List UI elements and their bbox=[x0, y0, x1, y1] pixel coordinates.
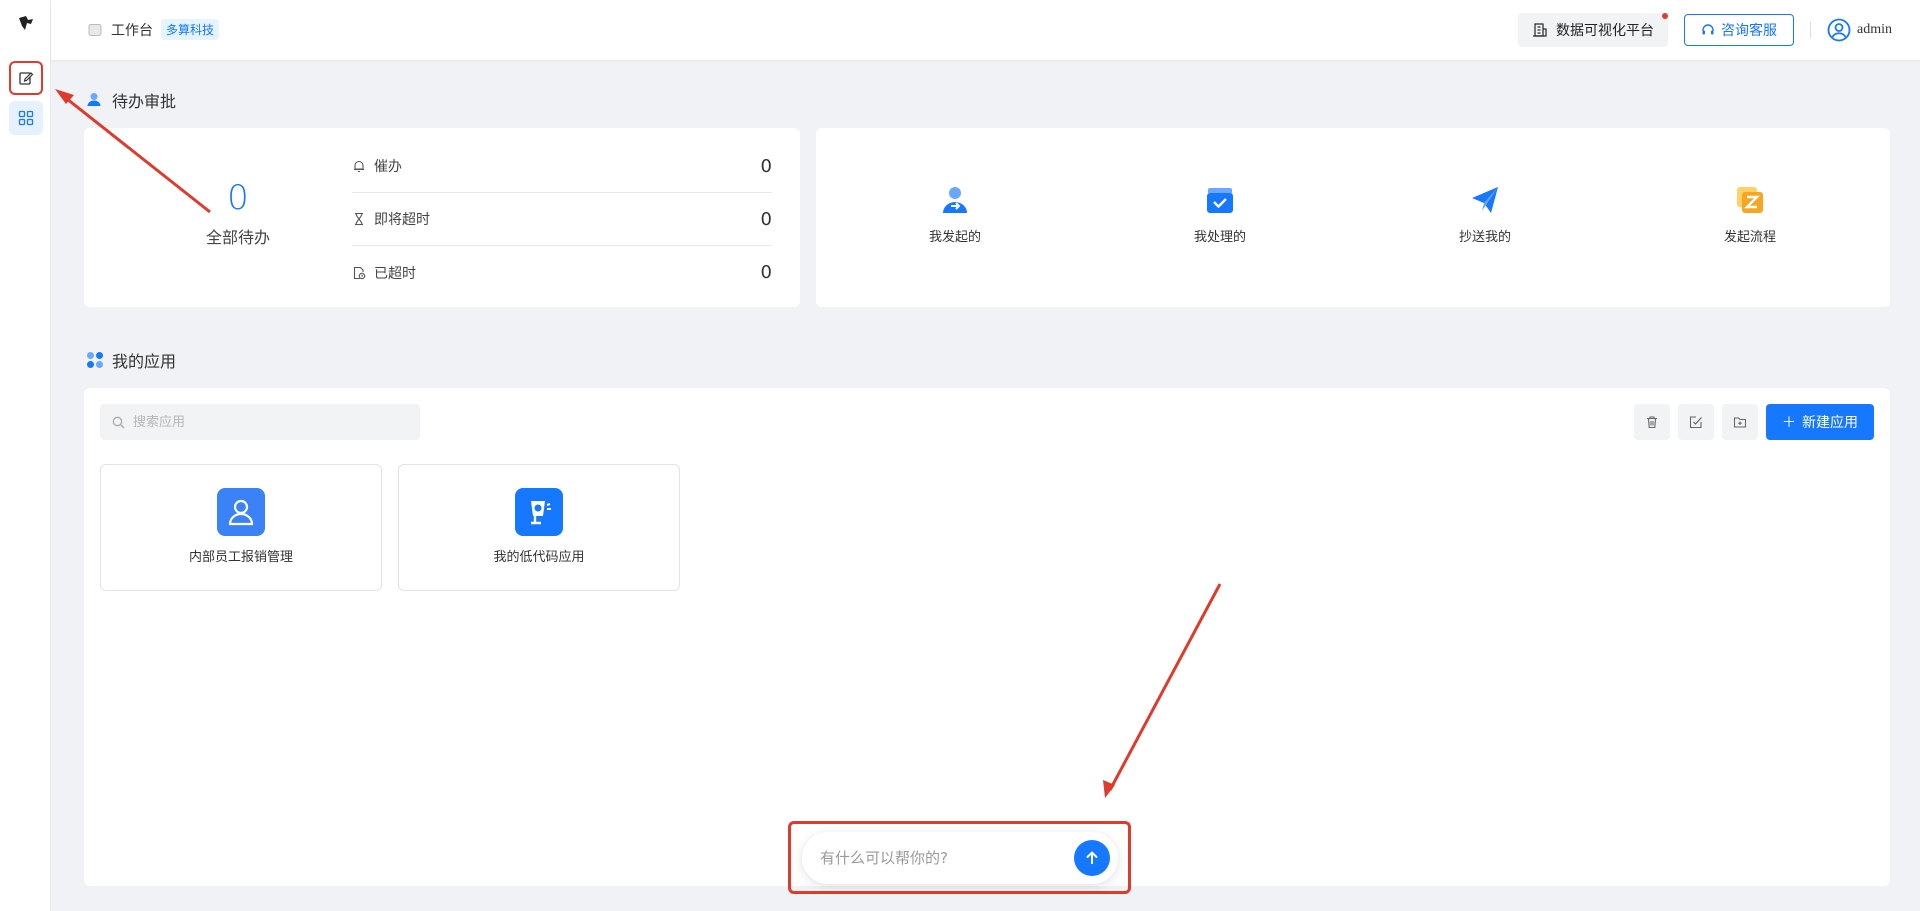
app-tile-lowcode[interactable]: 我的低代码应用 bbox=[398, 464, 680, 591]
grid-icon bbox=[18, 110, 34, 126]
app-search[interactable] bbox=[100, 404, 420, 440]
username: admin bbox=[1857, 22, 1892, 37]
quick-item-initiated[interactable]: 我发起的 bbox=[895, 184, 1015, 245]
todo-row-overdue[interactable]: 已超时 0 bbox=[352, 246, 772, 299]
trash-icon bbox=[1647, 416, 1657, 429]
app-toolbar: ＋ 新建应用 bbox=[1634, 404, 1874, 440]
headset-icon bbox=[1702, 24, 1714, 35]
apps-card: ＋ 新建应用 内部员工报销管理 我的低代码应用 bbox=[84, 388, 1890, 886]
new-app-button[interactable]: ＋ 新建应用 bbox=[1766, 404, 1874, 440]
data-visualization-button[interactable]: 数据可视化平台 bbox=[1518, 13, 1668, 47]
apps-grid-button[interactable] bbox=[9, 101, 43, 135]
apps-section-title: 我的应用 bbox=[86, 348, 176, 372]
left-rail bbox=[0, 0, 51, 911]
service-label: 咨询客服 bbox=[1721, 23, 1777, 39]
app-logo-icon[interactable] bbox=[16, 14, 36, 34]
camera-icon bbox=[515, 488, 563, 536]
header-divider bbox=[1810, 22, 1811, 38]
workspace-icon bbox=[88, 23, 102, 36]
apps-icon bbox=[87, 352, 103, 368]
plus-icon: ＋ bbox=[1782, 415, 1796, 431]
quick-item-cc[interactable]: 抄送我的 bbox=[1425, 184, 1545, 245]
send-button[interactable] bbox=[1074, 840, 1110, 876]
quick-item-start-process[interactable]: 发起流程 bbox=[1690, 184, 1810, 245]
add-folder-button[interactable] bbox=[1722, 404, 1758, 440]
todo-row-nearly-overdue[interactable]: 即将超时 0 bbox=[352, 193, 772, 246]
total-todo[interactable]: 0 全部待办 bbox=[178, 178, 298, 248]
delete-button[interactable] bbox=[1634, 404, 1670, 440]
process-icon bbox=[1737, 187, 1763, 213]
total-todo-label: 全部待办 bbox=[205, 228, 270, 247]
app-search-input[interactable] bbox=[133, 414, 393, 430]
total-todo-count: 0 bbox=[227, 178, 249, 218]
hourglass-icon bbox=[352, 212, 374, 226]
user-send-icon bbox=[943, 187, 967, 213]
quick-item-processed[interactable]: 我处理的 bbox=[1160, 184, 1280, 245]
notification-dot bbox=[1662, 13, 1668, 19]
todo-section-title: 待办审批 bbox=[86, 88, 176, 112]
edit-icon bbox=[19, 72, 34, 85]
file-clock-icon bbox=[352, 266, 374, 280]
user-menu[interactable]: admin bbox=[1827, 18, 1892, 42]
org-tag: 多算科技 bbox=[161, 19, 220, 40]
avatar-icon bbox=[1827, 18, 1851, 42]
todo-row-urge[interactable]: 催办 0 bbox=[352, 140, 772, 193]
edit-button[interactable] bbox=[9, 61, 43, 95]
paper-plane-icon bbox=[1472, 187, 1498, 213]
workspace-label[interactable]: 工作台 bbox=[111, 20, 153, 40]
annotation-arrowhead-left bbox=[55, 89, 74, 104]
todo-list: 催办 0 即将超时 0 已超时 0 bbox=[352, 140, 772, 299]
app-tile-reimbursement[interactable]: 内部员工报销管理 bbox=[100, 464, 382, 591]
top-header: 工作台 多算科技 数据可视化平台 咨询客服 admin bbox=[51, 0, 1920, 60]
user-icon bbox=[217, 488, 265, 536]
platform-label: 数据可视化平台 bbox=[1556, 23, 1654, 39]
bag-check-icon bbox=[1207, 188, 1233, 213]
user-check-icon bbox=[87, 93, 101, 106]
arrow-up-icon bbox=[1086, 851, 1098, 864]
chat-input[interactable] bbox=[820, 849, 1060, 867]
breadcrumb: 工作台 多算科技 bbox=[87, 19, 220, 40]
search-icon bbox=[112, 416, 125, 428]
todo-card: 0 全部待办 催办 0 即将超时 0 已超时 0 bbox=[84, 128, 800, 307]
quick-actions-card: 我发起的 我处理的 抄送我的 发起流程 bbox=[816, 128, 1890, 307]
building-icon bbox=[1533, 23, 1547, 37]
bell-icon bbox=[352, 159, 374, 173]
check-square-icon bbox=[1689, 416, 1702, 429]
folder-plus-icon bbox=[1733, 417, 1747, 428]
customer-service-button[interactable]: 咨询客服 bbox=[1684, 14, 1794, 46]
batch-select-button[interactable] bbox=[1678, 404, 1714, 440]
ai-chat-box[interactable] bbox=[802, 832, 1118, 884]
